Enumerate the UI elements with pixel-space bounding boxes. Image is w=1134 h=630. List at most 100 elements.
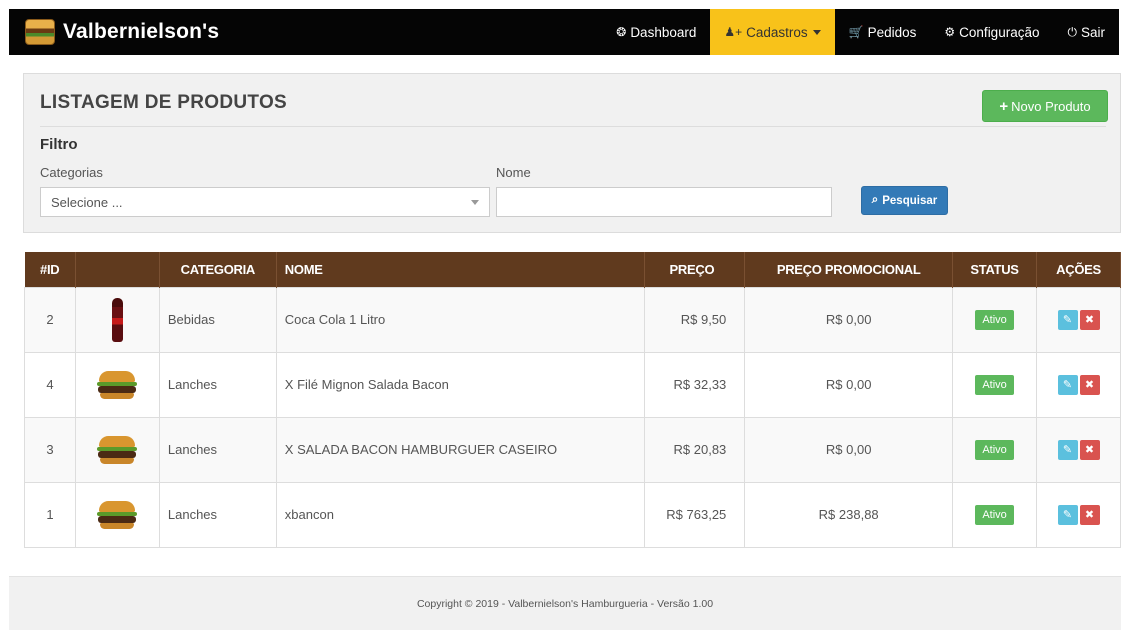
table-header-row: #ID CATEGORIA NOME PREÇO PREÇO PROMOCION… — [24, 252, 1121, 287]
search-button-label: Pesquisar — [882, 194, 938, 207]
filter-panel: LISTAGEM DE PRODUTOS + Novo Produto Filt… — [23, 73, 1121, 233]
cell-categoria: Lanches — [158, 416, 277, 483]
cell-categoria: Lanches — [158, 351, 277, 418]
edit-icon[interactable]: ✎ — [1057, 439, 1078, 460]
cell-preco: R$ 9,50 — [644, 286, 746, 353]
cell-acoes: ✎ ✖ — [1036, 351, 1121, 418]
name-label: Nome — [496, 165, 531, 180]
cell-status: Ativo — [952, 481, 1038, 548]
cell-status: Ativo — [952, 351, 1038, 418]
col-header-acoes: AÇÕES — [1036, 252, 1121, 287]
col-header-image — [75, 252, 160, 287]
cell-preco: R$ 763,25 — [644, 481, 746, 548]
product-thumbnail — [93, 296, 141, 344]
cell-id: 1 — [24, 481, 76, 548]
burger-logo-icon — [25, 19, 55, 45]
nav-item-label: Sair — [1080, 24, 1105, 40]
cell-image — [74, 481, 160, 548]
burger-image — [97, 370, 138, 401]
new-product-label: Novo Produto — [1011, 98, 1091, 114]
product-thumbnail — [93, 426, 141, 474]
cart-icon: 🛒 — [848, 25, 864, 39]
brand-name: Valbernielson's — [63, 20, 220, 43]
status-badge: Ativo — [975, 439, 1014, 460]
filter-heading: Filtro — [40, 136, 78, 153]
edit-icon[interactable]: ✎ — [1057, 504, 1078, 525]
edit-icon[interactable]: ✎ — [1057, 309, 1078, 330]
table-row: 1 Lanches xbancon R$ 763,25 R$ 238,88 At… — [24, 481, 1121, 548]
col-header-preco: PREÇO — [644, 252, 746, 287]
tachometer-icon: ❂ — [616, 25, 627, 39]
copyright-text: Copyright © 2019 - Valbernielson's Hambu… — [416, 597, 714, 610]
name-input[interactable] — [496, 187, 832, 217]
nav-item-sair[interactable]: ⏻ Sair — [1053, 9, 1119, 55]
product-thumbnail — [93, 361, 141, 409]
caret-down-icon — [812, 29, 821, 35]
cell-status: Ativo — [952, 286, 1038, 353]
cell-image — [74, 351, 160, 418]
cell-preco-promocional: R$ 238,88 — [744, 481, 954, 548]
table-row: 3 Lanches X SALADA BACON HAMBURGUER CASE… — [24, 416, 1121, 483]
cell-id: 3 — [24, 416, 76, 483]
cell-preco: R$ 32,33 — [644, 351, 746, 418]
products-table: #ID CATEGORIA NOME PREÇO PREÇO PROMOCION… — [24, 252, 1121, 548]
search-icon: ⌕ — [871, 194, 879, 206]
power-icon: ⏻ — [1067, 24, 1077, 39]
nav-menu: ❂ Dashboard ♟+ Cadastros 🛒 Pedidos ⚙ Con… — [602, 9, 1119, 55]
status-badge: Ativo — [975, 504, 1014, 525]
delete-icon[interactable]: ✖ — [1079, 309, 1100, 330]
divider — [40, 126, 1106, 127]
cell-preco: R$ 20,83 — [644, 416, 746, 483]
burger-image — [97, 435, 138, 466]
cell-image — [74, 286, 160, 353]
new-product-button[interactable]: + Novo Produto — [982, 90, 1108, 122]
cell-categoria: Lanches — [158, 481, 277, 548]
table-row: 2 Bebidas Coca Cola 1 Litro R$ 9,50 R$ 0… — [24, 286, 1121, 353]
cell-id: 4 — [24, 351, 76, 418]
categories-selected-value: Selecione ... — [51, 195, 123, 210]
cell-nome: xbancon — [275, 481, 646, 548]
col-header-preco-promocional: PREÇO PROMOCIONAL — [744, 252, 954, 287]
cell-nome: X SALADA BACON HAMBURGUER CASEIRO — [275, 416, 646, 483]
cell-image — [74, 416, 160, 483]
cell-preco-promocional: R$ 0,00 — [744, 351, 954, 418]
cell-status: Ativo — [952, 416, 1038, 483]
gear-icon: ⚙ — [944, 25, 956, 39]
nav-item-pedidos[interactable]: 🛒 Pedidos — [835, 9, 931, 55]
categories-label: Categorias — [40, 165, 103, 180]
bottle-image — [112, 297, 124, 342]
delete-icon[interactable]: ✖ — [1079, 439, 1100, 460]
top-navbar: Valbernielson's ❂ Dashboard ♟+ Cadastros… — [9, 9, 1119, 55]
col-header-id: #ID — [24, 252, 76, 287]
cell-nome: Coca Cola 1 Litro — [275, 286, 646, 353]
nav-item-label: Pedidos — [867, 24, 917, 40]
cell-acoes: ✎ ✖ — [1036, 286, 1121, 353]
delete-icon[interactable]: ✖ — [1079, 504, 1100, 525]
status-badge: Ativo — [975, 309, 1014, 330]
cell-preco-promocional: R$ 0,00 — [744, 416, 954, 483]
cell-acoes: ✎ ✖ — [1036, 416, 1121, 483]
col-header-status: STATUS — [952, 252, 1038, 287]
brand[interactable]: Valbernielson's — [9, 9, 219, 55]
col-header-nome: NOME — [276, 252, 646, 287]
nav-item-cadastros[interactable]: ♟+ Cadastros — [710, 9, 835, 55]
chevron-down-icon — [471, 200, 479, 205]
cell-categoria: Bebidas — [158, 286, 277, 353]
nav-item-label: Cadastros — [746, 24, 808, 40]
nav-item-dashboard[interactable]: ❂ Dashboard — [602, 9, 710, 55]
plus-icon: + — [999, 97, 1009, 115]
categories-select[interactable]: Selecione ... — [40, 187, 490, 217]
edit-icon[interactable]: ✎ — [1057, 374, 1078, 395]
burger-image — [97, 500, 138, 531]
search-button[interactable]: ⌕ Pesquisar — [861, 186, 948, 215]
cell-acoes: ✎ ✖ — [1036, 481, 1121, 548]
nav-item-configuracao[interactable]: ⚙ Configuração — [930, 9, 1053, 55]
col-header-categoria: CATEGORIA — [159, 252, 277, 287]
nav-item-label: Dashboard — [630, 24, 697, 40]
delete-icon[interactable]: ✖ — [1079, 374, 1100, 395]
user-plus-icon: ♟+ — [724, 25, 743, 39]
status-badge: Ativo — [975, 374, 1014, 395]
product-thumbnail — [93, 491, 141, 539]
nav-item-label: Configuração — [959, 24, 1040, 40]
cell-id: 2 — [24, 286, 76, 353]
